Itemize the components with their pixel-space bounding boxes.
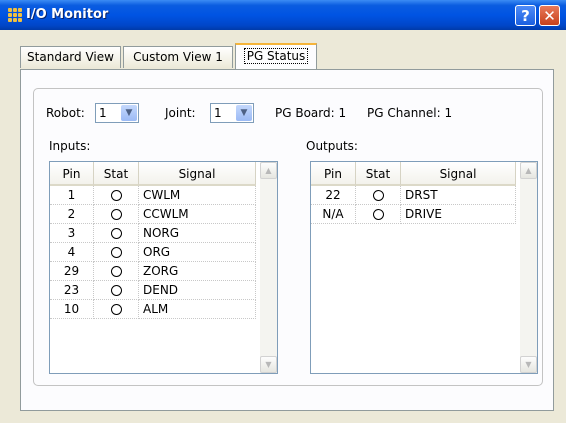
signal-cell: CCWLM: [139, 205, 256, 224]
signal-cell: DRIVE: [401, 205, 516, 224]
pin-cell: 29: [50, 262, 94, 281]
tab-pg-status-label: PG Status: [243, 48, 309, 64]
table-row[interactable]: 1 CWLM: [50, 186, 256, 205]
outputs-label: Outputs:: [306, 139, 358, 153]
outputs-rows: 22 DRST N/A DRIVE: [311, 186, 516, 224]
window-title: I/O Monitor: [26, 7, 109, 22]
column-header-pin[interactable]: Pin: [50, 162, 94, 186]
status-off-icon: [110, 247, 122, 258]
pin-cell: 3: [50, 224, 94, 243]
status-cell: [94, 300, 139, 319]
joint-label: Joint:: [165, 106, 196, 120]
status-off-icon: [110, 209, 122, 220]
inputs-rows: 1 CWLM 2 CCWLM 3 NORG 4 ORG 29 ZORG 23 DEND 10…: [50, 186, 256, 319]
title-bar[interactable]: I/O Monitor ? ✕: [0, 0, 566, 30]
scroll-down-icon[interactable]: ▼: [520, 356, 537, 373]
column-header-pin[interactable]: Pin: [311, 162, 356, 186]
inputs-list-header: Pin Stat Signal: [50, 162, 256, 186]
column-header-signal[interactable]: Signal: [401, 162, 516, 186]
inputs-label: Inputs:: [49, 139, 91, 153]
table-row[interactable]: 4 ORG: [50, 243, 256, 262]
table-row[interactable]: 22 DRST: [311, 186, 516, 205]
io-monitor-window: I/O Monitor ? ✕ Standard View Custom Vie…: [0, 0, 566, 423]
signal-cell: ZORG: [139, 262, 256, 281]
table-row[interactable]: 2 CCWLM: [50, 205, 256, 224]
status-cell: [356, 205, 401, 224]
pin-cell: 23: [50, 281, 94, 300]
signal-cell: DEND: [139, 281, 256, 300]
pg-status-panel: Robot: 1 ▼ Joint: 1 ▼ PG Board: 1 PG Cha…: [20, 69, 554, 411]
chevron-down-icon[interactable]: ▼: [236, 105, 252, 121]
column-header-stat[interactable]: Stat: [94, 162, 139, 186]
signal-cell: CWLM: [139, 186, 256, 205]
robot-select-value: 1: [99, 106, 107, 120]
inputs-scrollbar[interactable]: ▲ ▼: [260, 162, 277, 373]
tab-custom-view-1[interactable]: Custom View 1: [123, 46, 233, 68]
status-off-icon: [372, 190, 384, 201]
table-row[interactable]: N/A DRIVE: [311, 205, 516, 224]
status-cell: [94, 224, 139, 243]
signal-cell: DRST: [401, 186, 516, 205]
signal-cell: ORG: [139, 243, 256, 262]
joint-select-value: 1: [214, 106, 222, 120]
status-cell: [94, 281, 139, 300]
status-cell: [94, 186, 139, 205]
chevron-down-icon[interactable]: ▼: [121, 105, 137, 121]
status-cell: [94, 205, 139, 224]
pg-channel-text: PG Channel: 1: [367, 106, 453, 120]
status-off-icon: [372, 209, 384, 220]
table-row[interactable]: 29 ZORG: [50, 262, 256, 281]
table-row[interactable]: 10 ALM: [50, 300, 256, 319]
table-row[interactable]: 23 DEND: [50, 281, 256, 300]
status-off-icon: [110, 190, 122, 201]
tab-standard-view[interactable]: Standard View: [20, 46, 121, 68]
column-header-stat[interactable]: Stat: [356, 162, 401, 186]
scroll-down-icon[interactable]: ▼: [260, 356, 277, 373]
pg-status-group: Robot: 1 ▼ Joint: 1 ▼ PG Board: 1 PG Cha…: [33, 88, 543, 386]
pin-cell: 4: [50, 243, 94, 262]
outputs-list[interactable]: Pin Stat Signal 22 DRST N/A DRIVE ▲ ▼: [310, 161, 538, 374]
signal-cell: ALM: [139, 300, 256, 319]
signal-cell: NORG: [139, 224, 256, 243]
app-icon: [8, 8, 22, 22]
status-cell: [94, 262, 139, 281]
tab-pg-status[interactable]: PG Status: [235, 43, 317, 69]
table-row[interactable]: 3 NORG: [50, 224, 256, 243]
help-button[interactable]: ?: [515, 5, 536, 26]
pin-cell: 10: [50, 300, 94, 319]
close-button[interactable]: ✕: [539, 5, 560, 26]
status-off-icon: [110, 285, 122, 296]
status-off-icon: [110, 266, 122, 277]
inputs-list[interactable]: Pin Stat Signal 1 CWLM 2 CCWLM 3 NORG 4 ORG …: [49, 161, 278, 374]
scroll-up-icon[interactable]: ▲: [520, 162, 537, 179]
robot-select[interactable]: 1 ▼: [95, 103, 139, 123]
pg-board-text: PG Board: 1: [275, 106, 347, 120]
status-off-icon: [110, 228, 122, 239]
robot-label: Robot:: [46, 106, 85, 120]
joint-select[interactable]: 1 ▼: [210, 103, 254, 123]
pin-cell: 2: [50, 205, 94, 224]
status-cell: [356, 186, 401, 205]
scroll-up-icon[interactable]: ▲: [260, 162, 277, 179]
outputs-list-header: Pin Stat Signal: [311, 162, 516, 186]
outputs-scrollbar[interactable]: ▲ ▼: [520, 162, 537, 373]
pin-cell: N/A: [311, 205, 356, 224]
column-header-signal[interactable]: Signal: [139, 162, 256, 186]
status-off-icon: [110, 304, 122, 315]
status-cell: [94, 243, 139, 262]
pin-cell: 22: [311, 186, 356, 205]
pin-cell: 1: [50, 186, 94, 205]
